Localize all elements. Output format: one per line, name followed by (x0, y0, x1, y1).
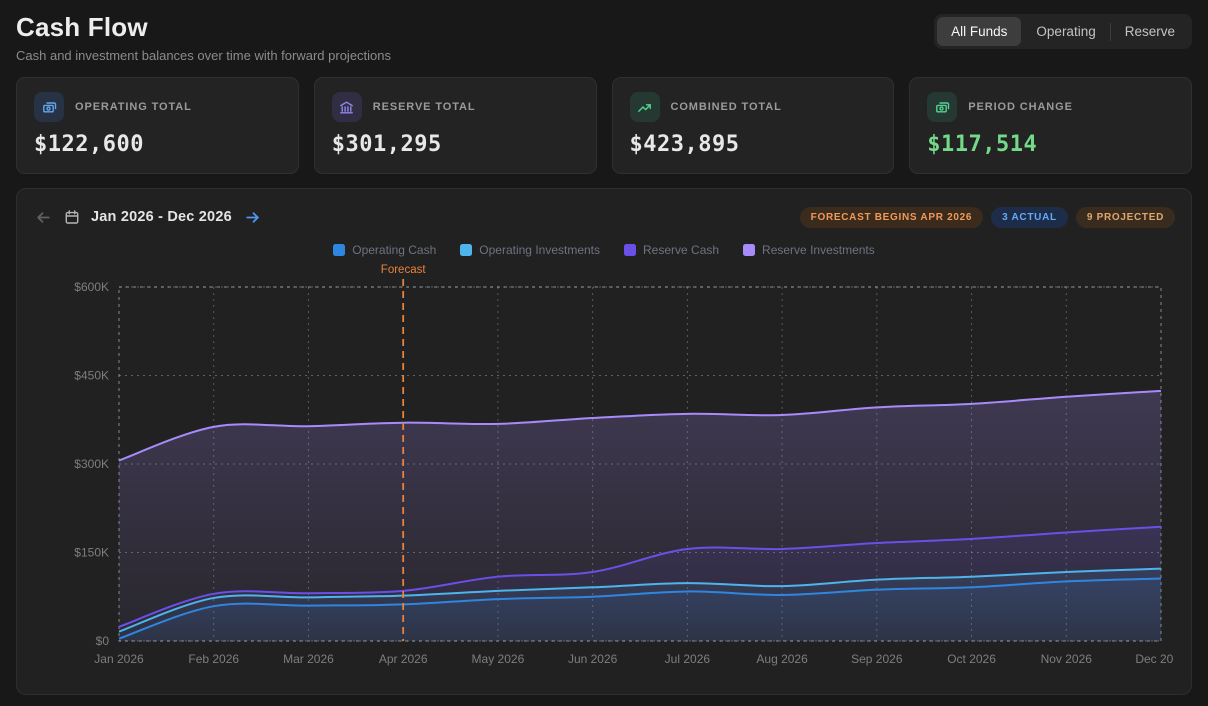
legend-item-reserve-investments: Reserve Investments (743, 243, 875, 257)
stat-value: $423,895 (630, 132, 877, 157)
stat-value: $122,600 (34, 132, 281, 157)
svg-text:$450K: $450K (74, 369, 109, 383)
stat-value: $117,514 (927, 132, 1174, 157)
legend-swatch (333, 244, 345, 256)
legend-item-operating-cash: Operating Cash (333, 243, 436, 257)
stat-label: RESERVE TOTAL (373, 101, 476, 113)
svg-text:Dec 2026: Dec 2026 (1135, 652, 1173, 666)
stat-value: $301,295 (332, 132, 579, 157)
forecast-begins-badge: FORECAST BEGINS APR 2026 (800, 207, 983, 228)
banknotes-icon (34, 92, 64, 122)
stat-card-period-change: PERIOD CHANGE $117,514 (909, 77, 1192, 174)
svg-text:$300K: $300K (74, 457, 109, 471)
svg-text:Feb 2026: Feb 2026 (188, 652, 239, 666)
banknotes-icon (927, 92, 957, 122)
date-range-nav: Jan 2026 - Dec 2026 (33, 207, 263, 227)
svg-text:Sep 2026: Sep 2026 (851, 652, 903, 666)
svg-text:Jul 2026: Jul 2026 (665, 652, 711, 666)
date-range-label: Jan 2026 - Dec 2026 (91, 209, 232, 225)
tab-operating[interactable]: Operating (1022, 17, 1109, 46)
legend-swatch (743, 244, 755, 256)
tab-all-funds[interactable]: All Funds (937, 17, 1021, 46)
legend-swatch (460, 244, 472, 256)
svg-text:Aug 2026: Aug 2026 (756, 652, 808, 666)
chart-panel-header: Jan 2026 - Dec 2026 FORECAST BEGINS APR … (33, 201, 1175, 233)
actual-count-badge: 3 ACTUAL (991, 207, 1068, 228)
page-title: Cash Flow (16, 12, 391, 43)
legend-item-reserve-cash: Reserve Cash (624, 243, 719, 257)
stat-card-operating-total: OPERATING TOTAL $122,600 (16, 77, 299, 174)
page-subtitle: Cash and investment balances over time w… (16, 48, 391, 63)
svg-text:Jan 2026: Jan 2026 (94, 652, 144, 666)
stats-row: OPERATING TOTAL $122,600 RESERVE TOTAL $… (0, 69, 1208, 174)
title-block: Cash Flow Cash and investment balances o… (16, 12, 391, 63)
svg-text:$600K: $600K (74, 280, 109, 294)
tab-reserve[interactable]: Reserve (1111, 17, 1189, 46)
svg-text:Jun 2026: Jun 2026 (568, 652, 618, 666)
svg-text:Nov 2026: Nov 2026 (1041, 652, 1093, 666)
stat-card-combined-total: COMBINED TOTAL $423,895 (612, 77, 895, 174)
fund-filter-tabs: All Funds Operating Reserve (934, 14, 1192, 49)
cash-flow-panel: Jan 2026 - Dec 2026 FORECAST BEGINS APR … (16, 188, 1192, 695)
next-period-button[interactable] (243, 207, 263, 227)
svg-text:Mar 2026: Mar 2026 (283, 652, 334, 666)
stat-label: COMBINED TOTAL (671, 101, 782, 113)
legend-swatch (624, 244, 636, 256)
stat-label: PERIOD CHANGE (968, 101, 1073, 113)
svg-text:$150K: $150K (74, 546, 109, 560)
svg-text:Oct 2026: Oct 2026 (947, 652, 996, 666)
bank-icon (332, 92, 362, 122)
projected-count-badge: 9 PROJECTED (1076, 207, 1175, 228)
legend-item-operating-investments: Operating Investments (460, 243, 600, 257)
page-header: Cash Flow Cash and investment balances o… (0, 0, 1208, 69)
svg-text:Apr 2026: Apr 2026 (379, 652, 428, 666)
chart-badges: FORECAST BEGINS APR 2026 3 ACTUAL 9 PROJ… (800, 207, 1175, 228)
previous-period-button[interactable] (33, 207, 53, 227)
svg-text:$0: $0 (96, 634, 110, 648)
svg-text:Forecast: Forecast (381, 264, 427, 276)
stat-card-reserve-total: RESERVE TOTAL $301,295 (314, 77, 597, 174)
svg-text:May 2026: May 2026 (472, 652, 525, 666)
cash-flow-area-chart: $0 $150K $300K $450K $600K Forecast Jan 2026 Fe… (33, 257, 1175, 686)
stat-label: OPERATING TOTAL (75, 101, 192, 113)
chart-legend: Operating Cash Operating Investments Res… (33, 243, 1175, 257)
calendar-icon (64, 209, 80, 225)
trending-up-icon (630, 92, 660, 122)
